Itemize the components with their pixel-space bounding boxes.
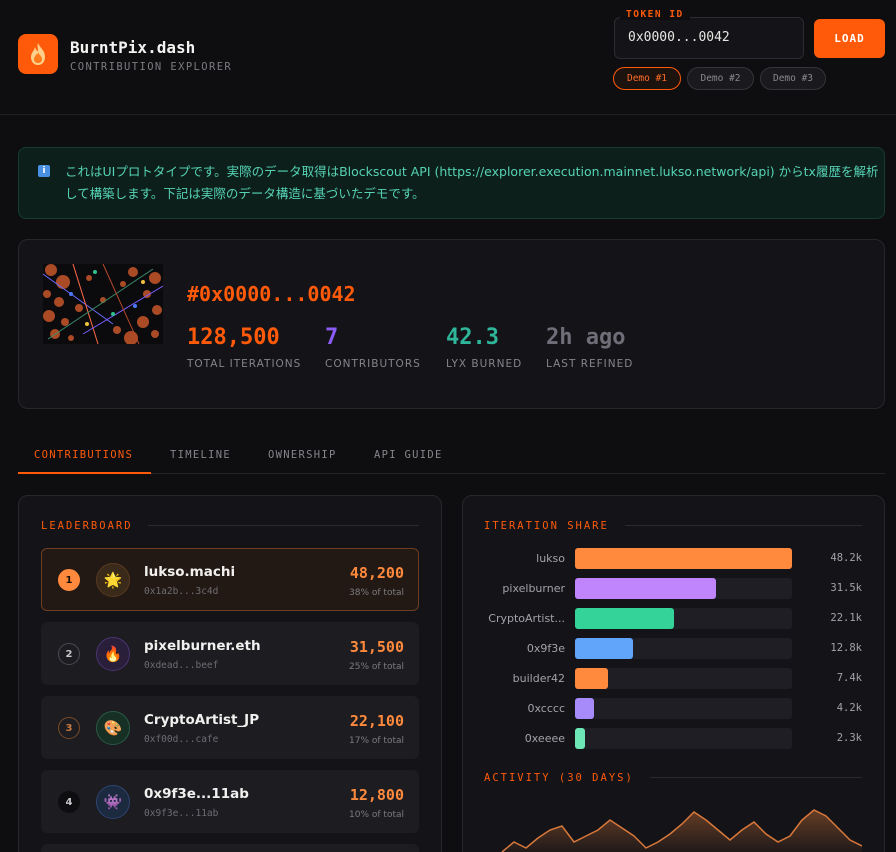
share-bar-fill (575, 548, 792, 569)
stat-total-iterations-label: TOTAL ITERATIONS (187, 358, 302, 370)
leaderboard-row-5[interactable] (41, 844, 419, 852)
token-thumbnail (43, 264, 163, 344)
share-bar-label: 0x9f3e (526, 642, 565, 655)
stat-last-refined-value: 2h ago (546, 325, 626, 350)
share-bar-label: lukso (536, 552, 565, 565)
alien-avatar-icon: 👾 (96, 785, 130, 819)
contributor-address: 0x9f3e...11ab (144, 808, 219, 819)
stat-lyx-burned-value: 42.3 (446, 325, 499, 350)
app-subtitle: CONTRIBUTION EXPLORER (70, 61, 233, 73)
leaderboard-row-2[interactable]: 2 🔥 pixelburner.eth 0xdead...beef 31,500… (41, 622, 419, 685)
contributor-percent: 38% of total (349, 588, 404, 598)
share-bar-fill (575, 668, 608, 689)
share-bar-track (575, 608, 792, 629)
share-bar-track (575, 728, 792, 749)
iteration-share-rule (625, 525, 862, 526)
share-bar-value: 48.2k (830, 552, 862, 564)
contributor-iterations: 22,100 (349, 712, 404, 730)
share-bar-value: 7.4k (836, 672, 862, 684)
share-bar-value: 4.2k (836, 702, 862, 714)
app-title: BurntPix.dash (70, 38, 196, 57)
share-bar-fill (575, 638, 633, 659)
leaderboard-rule (148, 525, 419, 526)
stat-contributors-label: CONTRIBUTORS (325, 358, 421, 370)
share-bar-track (575, 578, 792, 599)
leaderboard-row-3[interactable]: 3 🎨 CryptoArtist_JP 0xf00d...cafe 22,100… (41, 696, 419, 759)
share-bar-fill (575, 698, 594, 719)
share-bar-label: builder42 (512, 672, 565, 685)
share-bar-track (575, 548, 792, 569)
token-id-label: TOKEN ID (620, 9, 690, 20)
rank-badge: 4 (58, 791, 80, 813)
rank-badge: 3 (58, 717, 80, 739)
share-bar-value: 31.5k (830, 582, 862, 594)
share-bar-value: 22.1k (830, 612, 862, 624)
contributor-address: 0xdead...beef (144, 660, 219, 671)
share-bar-fill (575, 578, 716, 599)
info-banner: i これはUIプロトタイプです。実際のデータ取得はBlockscout API … (18, 147, 885, 219)
contributor-address: 0xf00d...cafe (144, 734, 219, 745)
contributor-iterations: 12,800 (349, 786, 404, 804)
rank-badge: 1 (58, 569, 80, 591)
token-id-value: 0x0000...0042 (628, 30, 730, 45)
tab-api-guide[interactable]: API GUIDE (374, 449, 443, 461)
demo-2-button[interactable]: Demo #2 (687, 67, 754, 90)
contributor-percent: 10% of total (349, 810, 404, 820)
share-bar-track (575, 668, 792, 689)
contributor-iterations: 31,500 (349, 638, 404, 656)
leaderboard-row-1[interactable]: 1 🌟 lukso.machi 0x1a2b...3c4d 48,200 38%… (41, 548, 419, 611)
activity-sparkline (484, 809, 862, 852)
flame-avatar-icon: 🔥 (96, 637, 130, 671)
tab-timeline[interactable]: TIMELINE (170, 449, 231, 461)
contributor-percent: 25% of total (349, 662, 404, 672)
active-tab-indicator (18, 472, 151, 474)
contributor-address: 0x1a2b...3c4d (144, 586, 219, 597)
activity-title: ACTIVITY (30 DAYS) (484, 772, 634, 784)
contributor-name: CryptoArtist_JP (144, 712, 260, 728)
token-title: #0x0000...0042 (187, 282, 356, 306)
stat-last-refined-label: LAST REFINED (546, 358, 634, 370)
stat-lyx-burned-label: LYX BURNED (446, 358, 523, 370)
load-button[interactable]: LOAD (814, 19, 885, 58)
demo-1-button[interactable]: Demo #1 (613, 67, 681, 90)
demo-3-button[interactable]: Demo #3 (760, 67, 826, 90)
share-bar-track (575, 698, 792, 719)
contributor-name: 0x9f3e...11ab (144, 786, 249, 802)
contributor-iterations: 48,200 (349, 564, 404, 582)
info-text: これはUIプロトタイプです。実際のデータ取得はBlockscout API (h… (65, 164, 879, 201)
stat-total-iterations-value: 128,500 (187, 325, 280, 350)
palette-avatar-icon: 🎨 (96, 711, 130, 745)
share-bar-label: 0xeeee (524, 732, 565, 745)
share-bar-value: 12.8k (830, 642, 862, 654)
leaderboard-row-4[interactable]: 4 👾 0x9f3e...11ab 0x9f3e...11ab 12,800 1… (41, 770, 419, 833)
share-bar-track (575, 638, 792, 659)
flame-logo-icon (18, 34, 58, 74)
share-bar-fill (575, 728, 585, 749)
leaderboard-title: LEADERBOARD (41, 520, 133, 532)
rank-badge: 2 (58, 643, 80, 665)
tab-ownership[interactable]: OWNERSHIP (268, 449, 337, 461)
info-icon: i (38, 165, 50, 177)
iteration-share-title: ITERATION SHARE (484, 520, 609, 532)
share-bar-fill (575, 608, 674, 629)
share-bar-label: 0xcccc (527, 702, 565, 715)
contributor-percent: 17% of total (349, 736, 404, 746)
tab-contributions[interactable]: CONTRIBUTIONS (34, 449, 133, 461)
activity-rule (650, 777, 862, 778)
share-bar-label: pixelburner (502, 582, 565, 595)
star-avatar-icon: 🌟 (96, 563, 130, 597)
stat-contributors-value: 7 (325, 325, 339, 350)
contributor-name: lukso.machi (144, 564, 236, 580)
share-bar-label: CryptoArtist... (488, 612, 565, 625)
share-bar-value: 2.3k (836, 732, 862, 744)
contributor-name: pixelburner.eth (144, 638, 261, 654)
